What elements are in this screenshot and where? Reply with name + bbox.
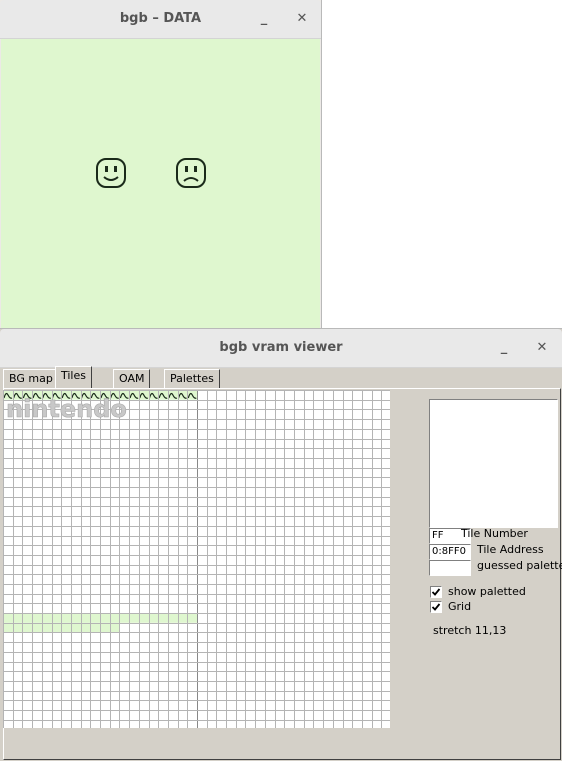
tab-bar: BG map Tiles OAM Palettes	[3, 366, 559, 388]
smiling-face-icon	[96, 158, 126, 188]
tile-grid-canvas[interactable]: nintendo	[3, 390, 390, 728]
grid-checkbox[interactable]	[430, 601, 442, 613]
checkmark-icon	[431, 588, 441, 596]
vram-viewer-window: bgb vram viewer _ ✕ BG map Tiles OAM Pal…	[0, 329, 562, 761]
show-paletted-label: show paletted	[448, 585, 526, 598]
tab-oam[interactable]: OAM	[113, 369, 151, 388]
show-paletted-checkbox[interactable]	[430, 586, 442, 598]
guessed-palette-field[interactable]	[429, 560, 471, 576]
tile-number-label: Tile Number	[461, 527, 528, 540]
checkmark-icon	[431, 603, 441, 611]
stretch-label: stretch 11,13	[433, 624, 507, 637]
minimize-button[interactable]: _	[494, 338, 514, 358]
tile-address-label: Tile Address	[477, 543, 544, 556]
nintendo-logo-tiles: nintendo	[6, 395, 127, 423]
close-button[interactable]: ✕	[532, 338, 552, 358]
guessed-palette-label: guessed palette	[477, 559, 562, 572]
game-screen	[1, 39, 320, 328]
grid-label: Grid	[448, 600, 472, 613]
frowning-face-icon	[176, 158, 206, 188]
vram-window-title: bgb vram viewer	[219, 340, 343, 355]
minimize-button[interactable]: _	[254, 9, 274, 29]
tile-grid-lines	[3, 390, 390, 728]
tab-bg-map[interactable]: BG map	[3, 369, 59, 388]
tab-palettes[interactable]: Palettes	[164, 369, 220, 388]
data-window-titlebar[interactable]: bgb – DATA _ ✕	[0, 0, 321, 39]
close-button[interactable]: ✕	[292, 9, 312, 29]
tile-preview	[429, 399, 558, 528]
tile-address-field[interactable]: 0:8FF0	[429, 544, 471, 560]
data-window: bgb – DATA _ ✕	[0, 0, 321, 328]
tile-grid[interactable]: nintendo	[3, 390, 390, 728]
tab-tiles[interactable]: Tiles	[55, 366, 92, 388]
vram-window-titlebar[interactable]: bgb vram viewer _ ✕	[0, 329, 562, 368]
